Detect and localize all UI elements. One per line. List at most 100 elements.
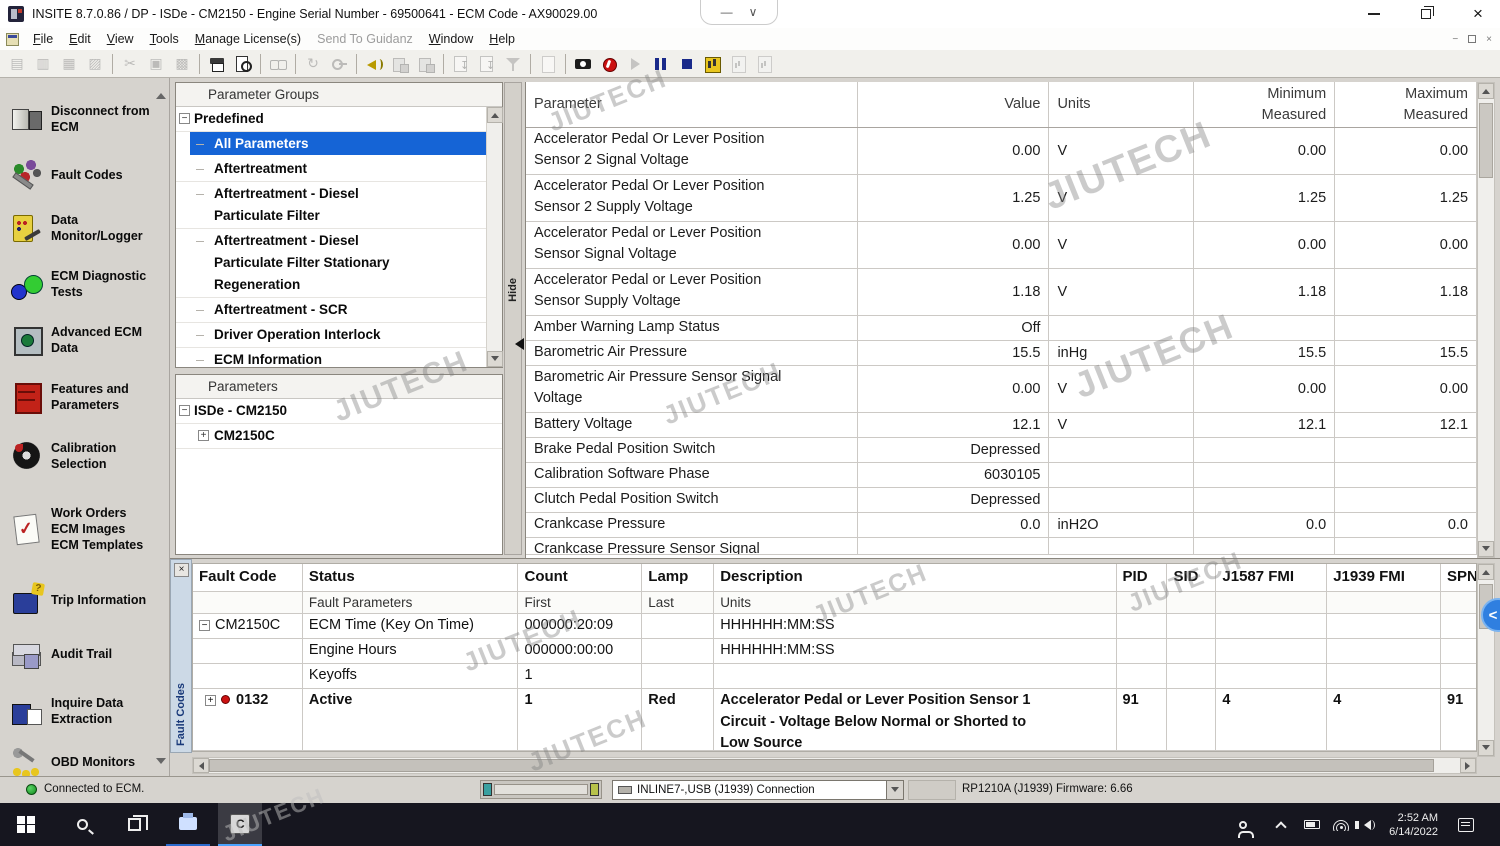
- people-icon[interactable]: [1228, 803, 1258, 846]
- parameter-row[interactable]: Barometric Air Pressure15.5inHg15.515.5: [526, 341, 1477, 366]
- taskbar-insite-app[interactable]: [218, 803, 262, 846]
- fault-row[interactable]: −CM2150CECM Time (Key On Time)000000:20:…: [193, 614, 1476, 639]
- menu-edit[interactable]: Edit: [61, 28, 99, 50]
- column-header[interactable]: Lamp: [642, 564, 714, 591]
- refresh-icon[interactable]: ↻: [301, 52, 325, 76]
- close-button[interactable]: ×: [1456, 0, 1500, 28]
- sidebar-item-advanced-ecm-data[interactable]: Advanced ECMData: [0, 312, 169, 368]
- tree-item-aftertreatment-diesel-particulate-filter-stationary-regeneration[interactable]: Aftertreatment - DieselParticulate Filte…: [176, 229, 486, 298]
- tree-item-isde-cm2150[interactable]: −ISDe - CM2150: [176, 399, 502, 424]
- tree-item-predefined[interactable]: −Predefined: [176, 107, 486, 132]
- parameter-row[interactable]: Accelerator Pedal or Lever PositionSenso…: [526, 269, 1477, 316]
- parameter-row[interactable]: Clutch Pedal Position SwitchDepressed: [526, 488, 1477, 513]
- column-header[interactable]: Description: [714, 564, 1116, 591]
- print-preview-icon[interactable]: [231, 52, 255, 76]
- pause-icon[interactable]: [649, 52, 673, 76]
- export-icon[interactable]: [449, 52, 473, 76]
- record-icon[interactable]: [597, 52, 621, 76]
- task-view-button[interactable]: [112, 803, 156, 846]
- chart-icon[interactable]: [701, 52, 725, 76]
- pill-chevron-down-icon[interactable]: ∨: [749, 5, 758, 19]
- snapshot-doc-icon[interactable]: [727, 52, 751, 76]
- tree-item-ecm-information[interactable]: ECM Information: [176, 348, 486, 367]
- search-button[interactable]: [60, 803, 104, 846]
- parameter-row[interactable]: Battery Voltage12.1V12.112.1: [526, 413, 1477, 438]
- dropdown-arrow-icon[interactable]: [886, 781, 903, 799]
- menu-view[interactable]: View: [99, 28, 142, 50]
- parameter-groups-scrollbar[interactable]: [486, 107, 502, 367]
- parameter-row[interactable]: Accelerator Pedal Or Lever PositionSenso…: [526, 175, 1477, 222]
- device-lock-icon[interactable]: [414, 52, 438, 76]
- menu-send-to-guidanz[interactable]: Send To Guidanz: [309, 28, 421, 50]
- collapse-icon[interactable]: −: [199, 620, 210, 631]
- fault-row[interactable]: Keyoffs1: [193, 664, 1476, 689]
- column-header[interactable]: Value: [858, 82, 1050, 127]
- gallery-icon[interactable]: ▨: [83, 52, 107, 76]
- find-icon[interactable]: [266, 52, 290, 76]
- log-doc-icon[interactable]: [753, 52, 777, 76]
- open-workspace-icon[interactable]: ▥: [31, 52, 55, 76]
- tree-item-all-parameters[interactable]: All Parameters: [176, 132, 486, 157]
- collapse-left-icon[interactable]: [509, 338, 524, 350]
- tree-item-aftertreatment[interactable]: Aftertreatment: [176, 157, 486, 182]
- parameter-row[interactable]: Brake Pedal Position SwitchDepressed: [526, 438, 1477, 463]
- sidebar-scroll-up-icon[interactable]: [156, 88, 166, 99]
- scroll-down-icon[interactable]: [487, 351, 503, 367]
- scroll-down-icon[interactable]: [1478, 740, 1494, 756]
- menu-help[interactable]: Help: [481, 28, 523, 50]
- collapse-icon[interactable]: −: [179, 113, 190, 124]
- save-workspace-icon[interactable]: ▦: [57, 52, 81, 76]
- parameter-row[interactable]: Accelerator Pedal Or Lever PositionSenso…: [526, 128, 1477, 175]
- sidebar-item-inquire-data-extraction[interactable]: Inquire DataExtraction: [0, 680, 169, 742]
- sidebar-item-disconnect-from-ecm[interactable]: Disconnect fromECM: [0, 88, 169, 150]
- expand-icon[interactable]: +: [205, 695, 216, 706]
- pill-minimize-icon[interactable]: —: [721, 5, 733, 19]
- sidebar-scroll-down-icon[interactable]: [156, 758, 166, 769]
- stop-icon[interactable]: [675, 52, 699, 76]
- column-header[interactable]: SPN: [1441, 564, 1476, 591]
- expand-icon[interactable]: +: [198, 430, 209, 441]
- parameter-row[interactable]: Accelerator Pedal or Lever PositionSenso…: [526, 222, 1477, 269]
- import-icon[interactable]: [475, 52, 499, 76]
- column-header[interactable]: J1587 FMI: [1216, 564, 1327, 591]
- parameter-table-scrollbar[interactable]: [1477, 82, 1495, 558]
- parameter-row[interactable]: Calibration Software Phase6030105: [526, 463, 1477, 488]
- sidebar-item-features-and-parameters[interactable]: Features andParameters: [0, 368, 169, 426]
- cut-icon[interactable]: ✂: [118, 52, 142, 76]
- volume-icon[interactable]: [1352, 803, 1378, 846]
- fault-row[interactable]: Engine Hours000000:00:00HHHHHH:MM:SS: [193, 639, 1476, 664]
- snap-pill[interactable]: —∨: [700, 0, 778, 25]
- sidebar-item-trip-information[interactable]: Trip Information: [0, 572, 169, 628]
- column-header[interactable]: Status: [303, 564, 519, 591]
- parameter-row[interactable]: Crankcase Pressure Sensor Signal: [526, 538, 1477, 555]
- blank-page-icon[interactable]: [536, 52, 560, 76]
- column-header[interactable]: Count: [518, 564, 642, 591]
- sidebar-item-work-orders-ecm-images-ecm-templates[interactable]: Work OrdersECM ImagesECM Templates: [0, 486, 169, 572]
- copy-icon[interactable]: ▣: [144, 52, 168, 76]
- sidebar-item-fault-codes[interactable]: Fault Codes: [0, 150, 169, 200]
- column-header[interactable]: SID: [1167, 564, 1216, 591]
- collapse-icon[interactable]: −: [179, 405, 190, 416]
- filter-icon[interactable]: [501, 52, 525, 76]
- scroll-left-icon[interactable]: [193, 758, 209, 773]
- scroll-up-icon[interactable]: [1478, 83, 1494, 99]
- parameter-row[interactable]: Amber Warning Lamp StatusOff: [526, 316, 1477, 341]
- fault-codes-tab-label[interactable]: Fault Codes: [175, 683, 187, 746]
- battery-icon[interactable]: [1298, 803, 1326, 846]
- column-header[interactable]: PID: [1117, 564, 1168, 591]
- hide-splitter[interactable]: Hide: [504, 82, 522, 555]
- taskbar-printer-app[interactable]: [166, 803, 210, 846]
- tree-item-driver-operation-interlock[interactable]: Driver Operation Interlock: [176, 323, 486, 348]
- menu-window[interactable]: Window: [421, 28, 481, 50]
- play-icon[interactable]: [623, 52, 647, 76]
- new-workspace-icon[interactable]: ▤: [5, 52, 29, 76]
- sidebar-item-audit-trail[interactable]: Audit Trail: [0, 628, 169, 680]
- paste-icon[interactable]: ▩: [170, 52, 194, 76]
- column-header[interactable]: Fault Code: [193, 564, 303, 591]
- mdi-window-controls[interactable]: −×: [1452, 28, 1492, 50]
- minimize-button[interactable]: [1352, 0, 1396, 28]
- fault-table-vscrollbar[interactable]: [1477, 563, 1495, 757]
- column-header[interactable]: Parameter: [526, 82, 858, 127]
- scroll-down-icon[interactable]: [1478, 541, 1494, 557]
- sidebar-item-data-monitor-logger[interactable]: DataMonitor/Logger: [0, 200, 169, 256]
